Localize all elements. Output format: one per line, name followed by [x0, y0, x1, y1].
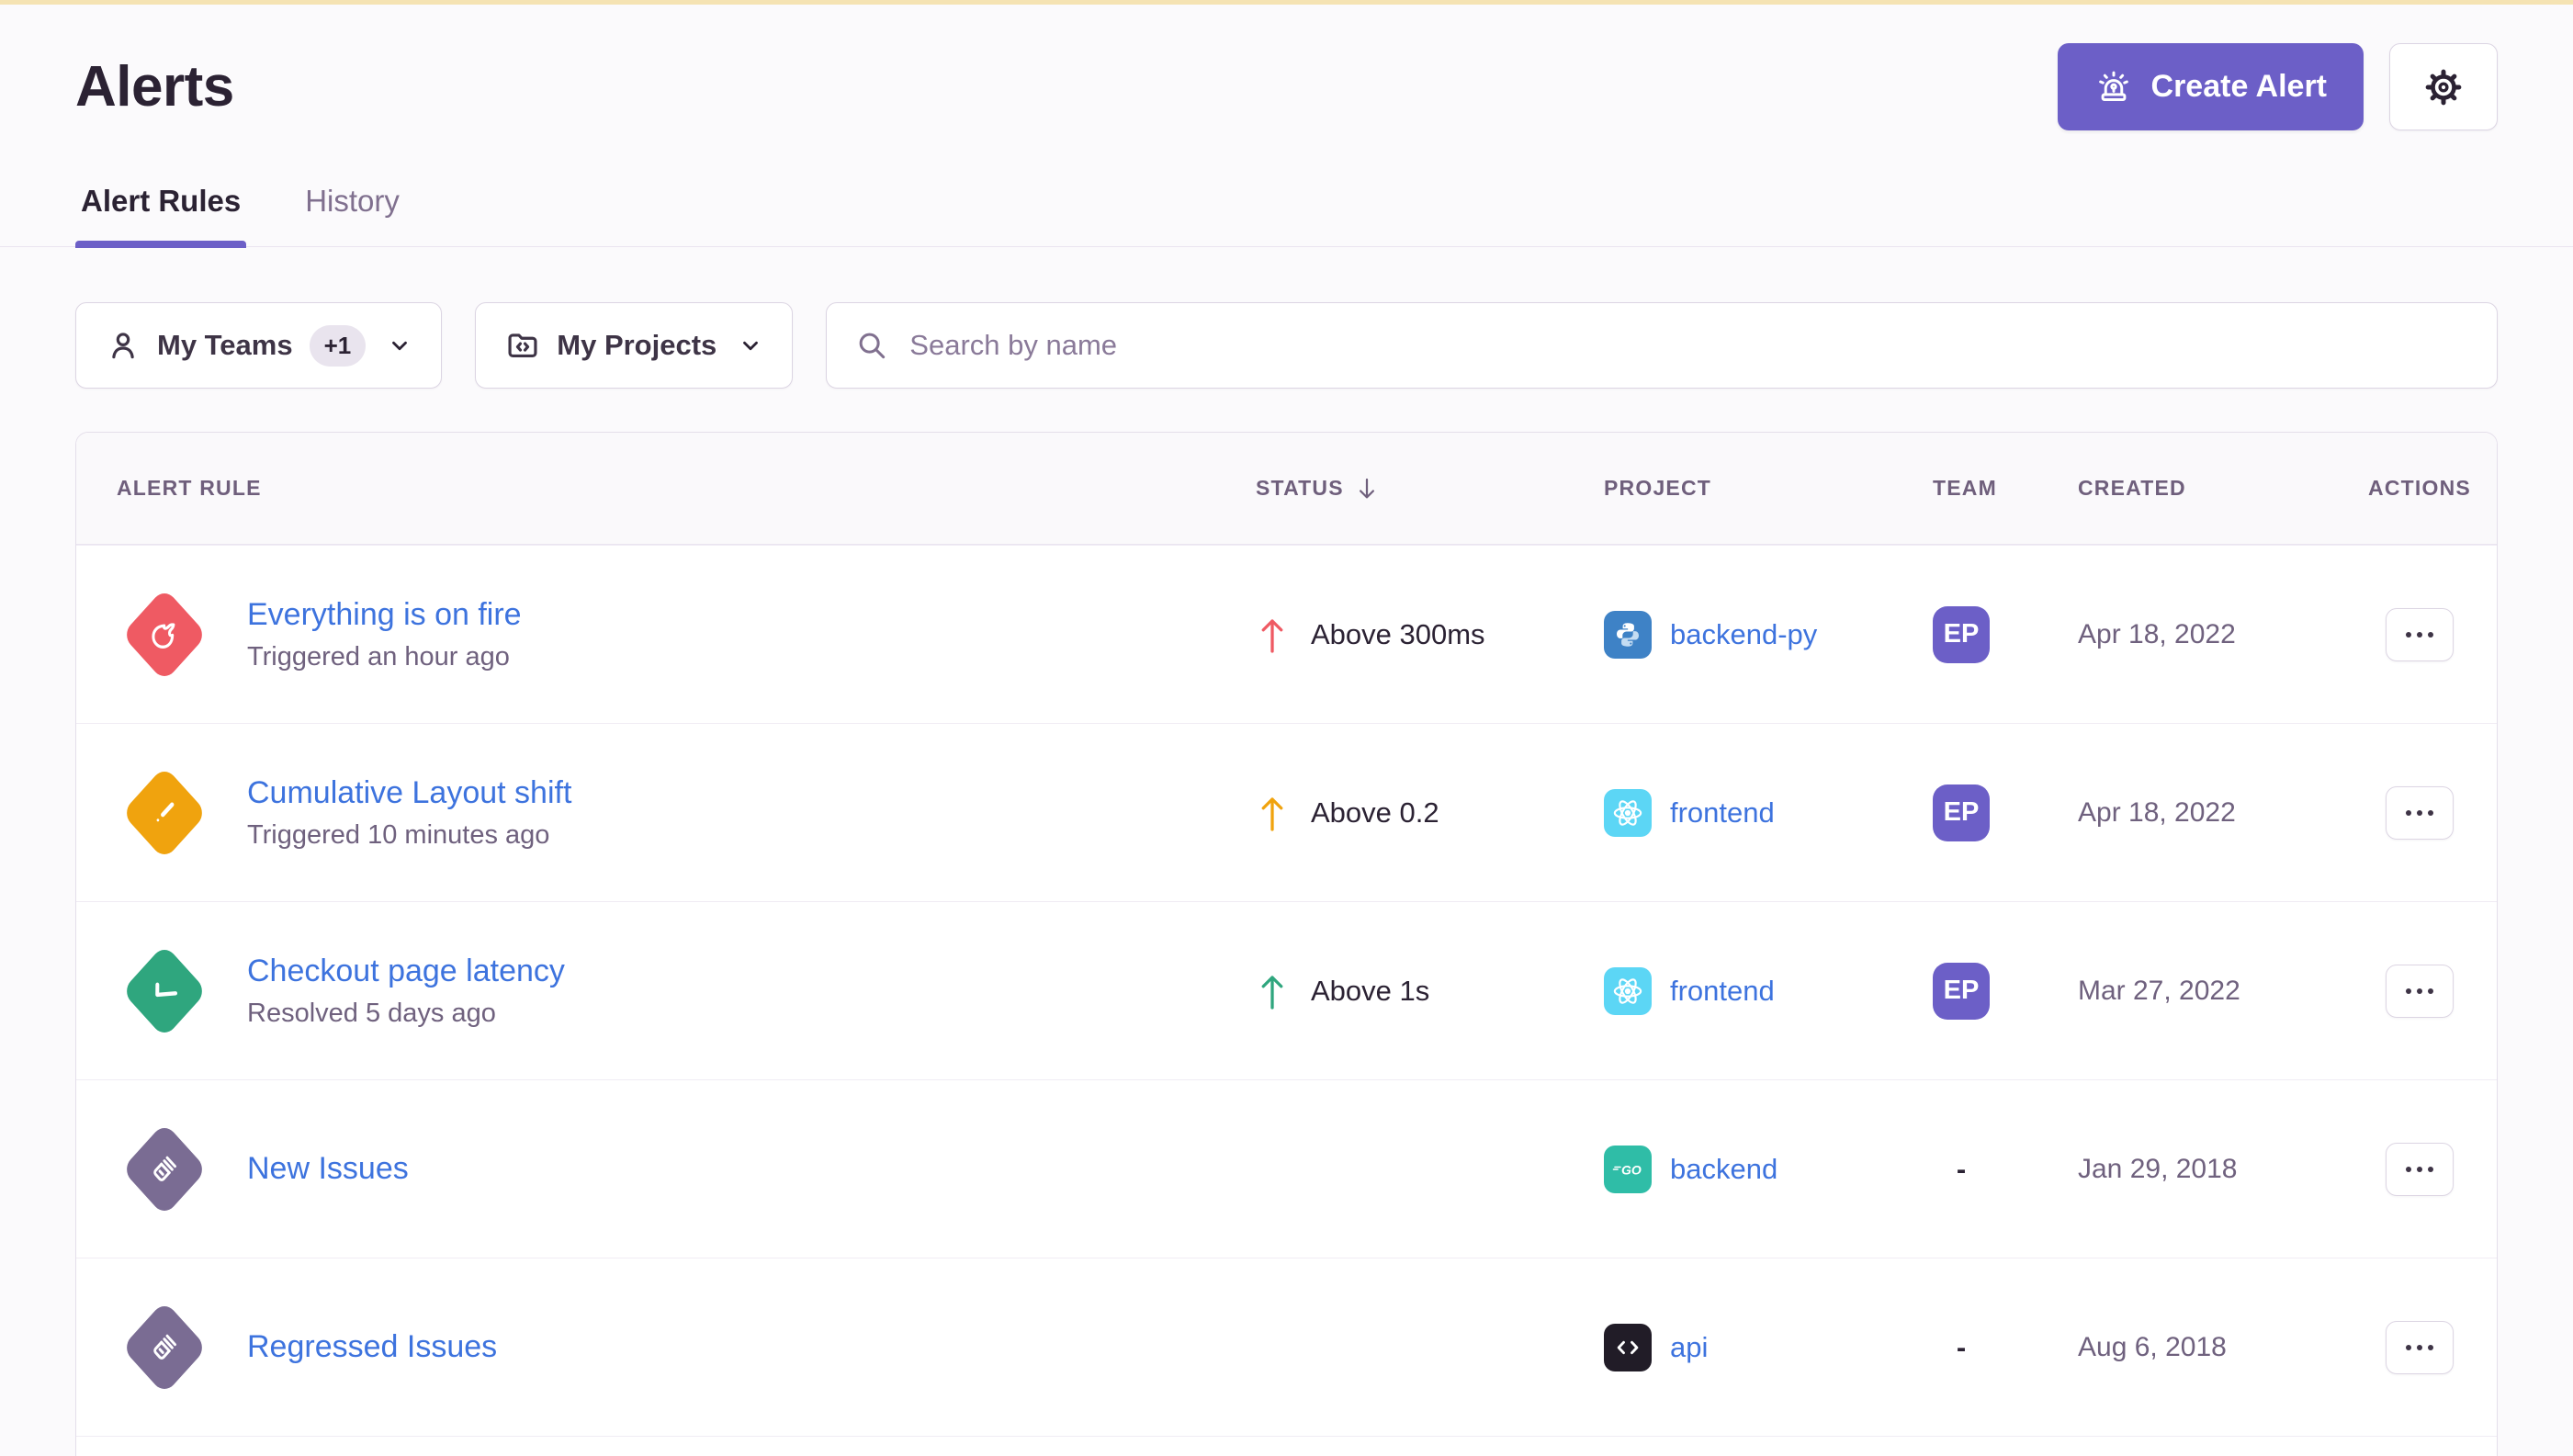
table-row: Cumulative Layout shift Triggered 10 min… [76, 723, 2497, 901]
page-header: Alerts Create Alert [75, 43, 2498, 130]
created-date: Aug 6, 2018 [2078, 1332, 2227, 1363]
search-icon [854, 328, 889, 363]
alerts-settings-button[interactable] [2389, 43, 2498, 130]
column-header-project: PROJECT [1604, 476, 1933, 501]
code-icon [1604, 1324, 1652, 1371]
projects-filter-dropdown[interactable]: My Projects [475, 302, 793, 389]
alert-rule-link[interactable]: Regressed Issues [247, 1329, 497, 1365]
created-date: Mar 27, 2022 [2078, 976, 2240, 1007]
column-header-alert-rule: ALERT RULE [76, 476, 1256, 501]
alert-rule-activity: Resolved 5 days ago [247, 999, 565, 1029]
active-tab-underline [75, 241, 246, 248]
exclamation-icon [139, 784, 191, 841]
react-icon [1604, 789, 1652, 837]
team-avatar: EP [1933, 606, 1990, 663]
table-row: Everything is on fire Triggered an hour … [76, 545, 2497, 723]
project-link[interactable]: backend [1670, 1153, 1777, 1186]
alert-rules-table: ALERT RULE STATUS PROJECT TEAM CREATED A… [75, 432, 2498, 1456]
project-folder-icon [505, 328, 540, 363]
alert-type-badge [117, 1119, 212, 1220]
column-header-created: CREATED [2078, 476, 2342, 501]
status-threshold: Above 300ms [1311, 618, 1485, 651]
alert-type-badge [117, 762, 212, 863]
team-avatar: EP [1933, 963, 1990, 1020]
project-link[interactable]: frontend [1670, 975, 1775, 1008]
search-input[interactable] [909, 329, 2469, 362]
table-row: Checkout page latency Resolved 5 days ag… [76, 901, 2497, 1079]
sort-descending-icon [1353, 475, 1381, 502]
fire-icon [139, 605, 191, 662]
user-icon [106, 328, 141, 363]
row-actions-button[interactable] [2386, 786, 2454, 840]
alert-type-badge [117, 941, 212, 1042]
search-field-container [826, 302, 2498, 389]
window-top-accent-strip [0, 0, 2573, 5]
check-icon [139, 962, 191, 1019]
row-actions-button[interactable] [2386, 608, 2454, 661]
project-link[interactable]: frontend [1670, 796, 1775, 830]
ellipsis-icon [2406, 988, 2433, 994]
created-date: Apr 18, 2022 [2078, 797, 2236, 829]
create-alert-label: Create Alert [2151, 69, 2327, 105]
siren-icon [2094, 68, 2133, 107]
ellipsis-icon [2406, 1345, 2433, 1350]
created-date: Jan 29, 2018 [2078, 1154, 2237, 1185]
react-icon [1604, 967, 1652, 1015]
tab-alert-rules[interactable]: Alert Rules [75, 184, 246, 246]
column-header-team: TEAM [1933, 476, 2078, 501]
tab-history[interactable]: History [299, 184, 405, 246]
team-avatar: EP [1933, 784, 1990, 841]
arrow-up-icon [1256, 969, 1289, 1013]
table-header-row: ALERT RULE STATUS PROJECT TEAM CREATED A… [76, 433, 2497, 545]
svg-text:GO: GO [1621, 1162, 1642, 1177]
teams-filter-label: My Teams [157, 329, 293, 362]
go-icon: GO [1604, 1146, 1652, 1193]
column-header-status[interactable]: STATUS [1256, 475, 1604, 502]
alert-rule-activity: Triggered 10 minutes ago [247, 820, 571, 851]
table-row: Regressed Issues api - Aug 6, 2018 [76, 1258, 2497, 1436]
alert-type-badge [117, 1297, 212, 1398]
arrow-up-icon [1256, 613, 1289, 657]
project-link[interactable]: backend-py [1670, 618, 1817, 651]
status-threshold: Above 0.2 [1311, 796, 1439, 830]
teams-filter-dropdown[interactable]: My Teams +1 [75, 302, 442, 389]
arrow-up-icon [1256, 791, 1289, 835]
alert-rule-link[interactable]: New Issues [247, 1151, 409, 1187]
alert-rule-link[interactable]: Everything is on fire [247, 597, 522, 633]
chevron-down-icon [388, 333, 412, 357]
table-row-partial [76, 1436, 2497, 1456]
issues-icon [140, 1320, 189, 1374]
ellipsis-icon [2406, 632, 2433, 638]
status-threshold: Above 1s [1311, 975, 1429, 1008]
python-icon [1604, 611, 1652, 659]
projects-filter-label: My Projects [557, 329, 717, 362]
header-actions: Create Alert [2058, 43, 2498, 130]
created-date: Apr 18, 2022 [2078, 619, 2236, 650]
table-row: New Issues GO backend - Jan 29, 2018 [76, 1079, 2497, 1258]
team-empty: - [1933, 1331, 1990, 1364]
column-header-actions: ACTIONS [2342, 476, 2497, 501]
tab-alert-rules-label: Alert Rules [81, 184, 241, 218]
alerts-page: Alerts Create Alert [0, 43, 2573, 1456]
tabs-bar: Alert Rules History [0, 184, 2573, 247]
ellipsis-icon [2406, 810, 2433, 816]
row-actions-button[interactable] [2386, 965, 2454, 1018]
create-alert-button[interactable]: Create Alert [2058, 43, 2364, 130]
ellipsis-icon [2406, 1167, 2433, 1172]
team-empty: - [1933, 1153, 1990, 1186]
gear-icon [2422, 66, 2465, 108]
issues-icon [140, 1142, 189, 1196]
teams-extra-count-badge: +1 [310, 325, 367, 367]
alert-type-badge [117, 584, 212, 685]
alert-rule-link[interactable]: Cumulative Layout shift [247, 775, 571, 811]
project-link[interactable]: api [1670, 1331, 1708, 1364]
chevron-down-icon [739, 333, 762, 357]
alert-rule-link[interactable]: Checkout page latency [247, 954, 565, 989]
filter-bar: My Teams +1 My Projects [75, 302, 2498, 389]
page-title: Alerts [75, 54, 234, 119]
tab-history-label: History [305, 184, 400, 218]
row-actions-button[interactable] [2386, 1143, 2454, 1196]
row-actions-button[interactable] [2386, 1321, 2454, 1374]
alert-rule-activity: Triggered an hour ago [247, 642, 522, 672]
